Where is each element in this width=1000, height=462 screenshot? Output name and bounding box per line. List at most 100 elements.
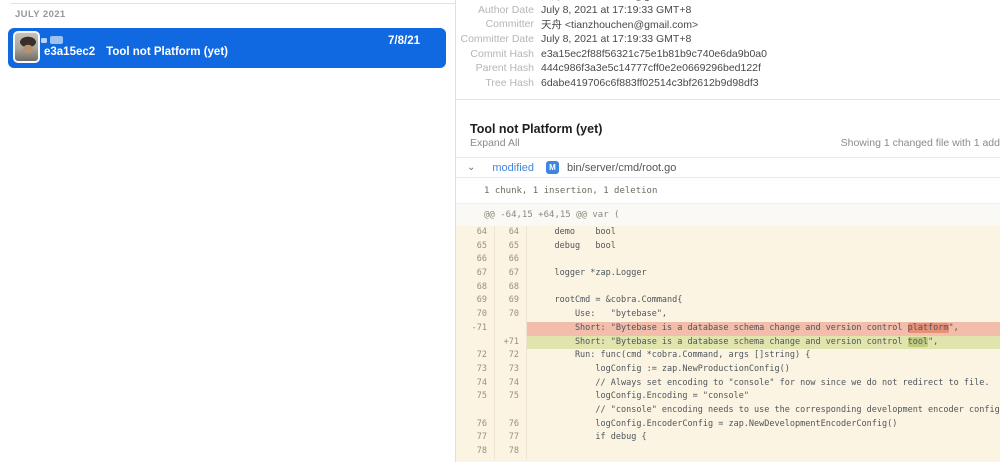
diff-line: 6868 [456,281,1000,295]
line-number-new: 75 [495,390,527,404]
line-number-old: -71 [456,322,495,336]
line-number-old: 72 [456,349,495,363]
diff-line: 7878 [456,445,1000,459]
line-number-new: 78 [495,445,527,459]
diff-line: 7272 Run: func(cmd *cobra.Command, args … [456,349,1000,363]
line-content: logConfig := zap.NewProductionConfig() [527,363,1000,377]
line-content: logConfig.Encoding = "console" [527,390,1000,404]
line-content: // Always set encoding to "console" for … [527,377,1000,391]
line-text: ", [928,337,938,347]
commit-date: 7/8/21 [388,35,420,47]
added-word-highlight: tool [908,337,928,347]
line-content: Short: "Bytebase is a database schema ch… [527,322,1000,336]
line-number-new: 67 [495,267,527,281]
line-number-old: 73 [456,363,495,377]
metadata-divider [456,99,1000,100]
line-number-new: 69 [495,294,527,308]
metadata-label: Committer [456,18,534,30]
line-content: rootCmd = &cobra.Command{ [527,294,1000,308]
metadata-value: 444c986f3a3e5c14777cff0e2e0669296bed122f [541,62,761,74]
line-content: if debug { [527,431,1000,445]
line-number-old [456,404,495,418]
hunk-header: @@ -64,15 +64,15 @@ var ( [456,203,1000,226]
line-number-old: 66 [456,253,495,267]
line-content: Short: "Bytebase is a database schema ch… [527,336,1000,350]
diff-line: 6464 demo bool [456,226,1000,240]
diff-line: 6969 rootCmd = &cobra.Command{ [456,294,1000,308]
line-number-old: 68 [456,281,495,295]
commit-short-hash: e3a15ec2 [44,46,95,58]
commit-author-avatar [13,31,40,63]
line-number-new: 76 [495,418,527,432]
metadata-row: Parent Hash444c986f3a3e5c14777cff0e2e066… [456,61,1000,76]
line-number-new: 64 [495,226,527,240]
line-content [527,281,1000,295]
line-number-new [495,404,527,418]
diff-line: 6565 debug bool [456,240,1000,254]
metadata-row: Commit Hashe3a15ec2f88f56321c75e1b81b9c7… [456,46,1000,61]
git-client-window: JULY 2021 e3a15ec2Tool not Platform (yet… [0,0,1000,462]
diff-line: 6767 logger *zap.Logger [456,267,1000,281]
line-number-new: +71 [495,336,527,350]
diff-code-view: 6464 demo bool6565 debug bool66666767 lo… [456,226,1000,462]
month-group-label: JULY 2021 [15,9,66,20]
diff-line: 7373 logConfig := zap.NewProductionConfi… [456,363,1000,377]
metadata-label: Tree Hash [456,77,534,89]
month-group-header: JULY 2021 [10,3,456,20]
line-number-new: 74 [495,377,527,391]
metadata-value: 天舟 <tianzhouchen@gmail.com> [541,17,698,32]
commit-list-item-selected[interactable]: e3a15ec2Tool not Platform (yet) 7/8/21 [8,28,446,68]
line-number-new [495,322,527,336]
commit-details-panel: Author天舟 <tianzhouchen@gmail.com>Author … [456,0,1000,462]
diff-line: 7575 logConfig.Encoding = "console" [456,390,1000,404]
file-path: bin/server/cmd/root.go [567,162,676,174]
line-content: demo bool [527,226,1000,240]
chevron-down-icon[interactable]: ⌄ [467,163,475,173]
diff-line: 7676 logConfig.EncoderConfig = zap.NewDe… [456,418,1000,432]
line-number-new: 73 [495,363,527,377]
file-status-text: modified [492,162,534,174]
line-content: debug bool [527,240,1000,254]
line-content: logConfig.EncoderConfig = zap.NewDevelop… [527,418,1000,432]
diff-line: 7070 Use: "bytebase", [456,308,1000,322]
diff-line: 7777 if debug { [456,431,1000,445]
line-text: Short: "Bytebase is a database schema ch… [534,323,908,333]
line-number-old: 74 [456,377,495,391]
metadata-label: Committer Date [456,33,534,45]
metadata-label: Commit Hash [456,48,534,60]
chunk-summary: 1 chunk, 1 insertion, 1 deletion [456,179,1000,203]
line-content: logger *zap.Logger [527,267,1000,281]
metadata-label: Author [456,0,534,1]
line-number-new: 65 [495,240,527,254]
expand-all-link[interactable]: Expand All [470,137,520,149]
line-number-old: 77 [456,431,495,445]
line-number-new: 66 [495,253,527,267]
file-diff-header[interactable]: ⌄ modified M bin/server/cmd/root.go [456,157,1000,178]
diff-toolbar: Expand All Showing 1 changed file with 1… [470,136,1000,150]
metadata-table: Author天舟 <tianzhouchen@gmail.com>Author … [456,0,1000,90]
commit-author-name-redacted [41,38,47,43]
line-number-old: 70 [456,308,495,322]
diff-line: 6666 [456,253,1000,267]
diff-line: 7474 // Always set encoding to "console"… [456,377,1000,391]
line-number-new: 77 [495,431,527,445]
metadata-label: Author Date [456,4,534,16]
line-number-new: 70 [495,308,527,322]
line-number-old [456,336,495,350]
line-number-old: 76 [456,418,495,432]
metadata-row: Committer DateJuly 8, 2021 at 17:19:33 G… [456,32,1000,47]
metadata-value: July 8, 2021 at 17:19:33 GMT+8 [541,4,691,16]
metadata-row: Committer 天舟 <tianzhouchen@gmail.com> [456,17,1000,32]
line-number-new: 68 [495,281,527,295]
line-content: Use: "bytebase", [527,308,1000,322]
metadata-value: 6dabe419706c6f883ff02514c3bf2612b9d98df3 [541,77,759,89]
diff-line: // "console" encoding needs to use the c… [456,404,1000,418]
line-number-new: 72 [495,349,527,363]
commit-message-title: Tool not Platform (yet) [470,122,602,136]
commit-summary-line: e3a15ec2Tool not Platform (yet) [44,46,386,58]
metadata-row: Author Date July 8, 2021 at 17:19:33 GMT+… [456,3,1000,18]
line-number-old: 67 [456,267,495,281]
changed-files-summary: Showing 1 changed file with 1 add [841,137,1000,149]
metadata-row: Tree Hash 6dabe419706c6f883ff02514c3bf261… [456,76,1000,91]
modified-badge-icon: M [546,161,559,174]
